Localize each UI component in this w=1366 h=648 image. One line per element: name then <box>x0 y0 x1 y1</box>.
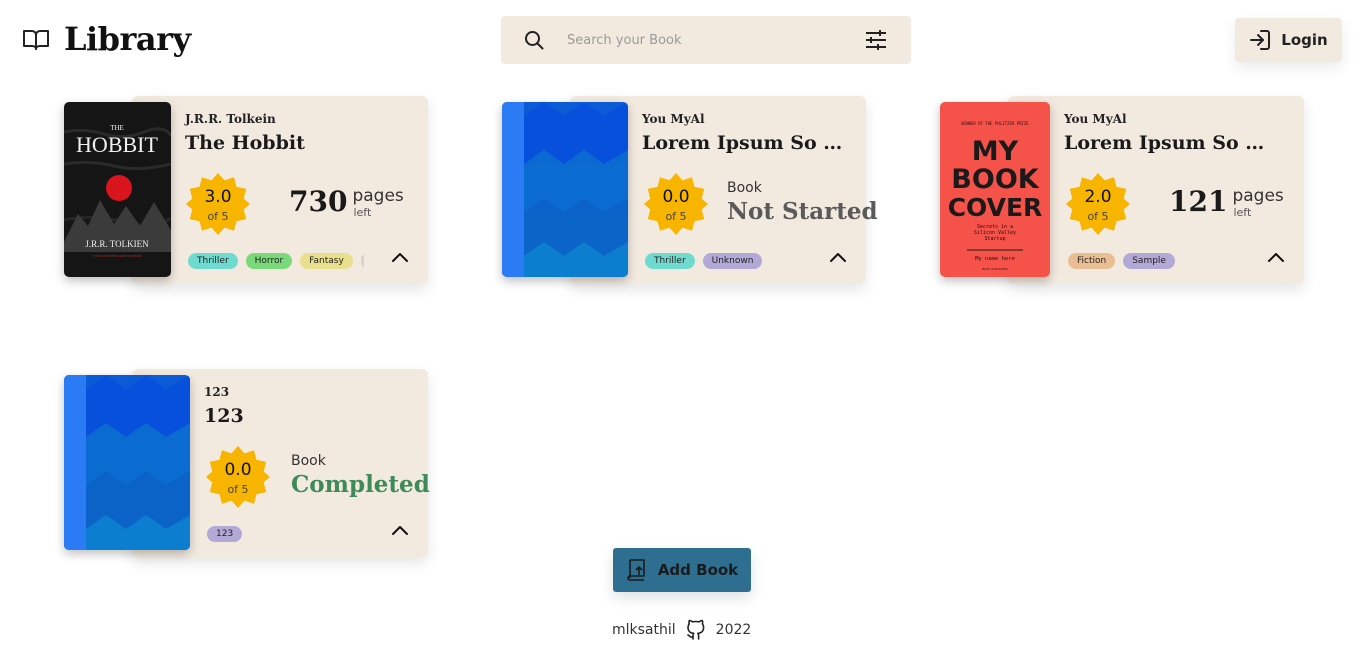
filter-sliders-icon[interactable] <box>863 28 889 52</box>
book-title: 123 <box>204 405 244 427</box>
book-card[interactable]: WINNER OF THE PULITZER PRIZE MY BOOK COV… <box>940 96 1304 284</box>
svg-text:THE: THE <box>110 124 124 132</box>
pages-left-label: left <box>1233 206 1252 219</box>
footer: mlksathil 2022 <box>612 618 751 642</box>
svg-text:COVER: COVER <box>948 193 1043 222</box>
svg-text:75TH ANNIVERSARY EDITION: 75TH ANNIVERSARY EDITION <box>93 254 142 258</box>
genre-tags: Thriller Horror Fantasy <box>188 253 364 271</box>
book-author: 123 <box>204 385 230 399</box>
genre-tag-overflow <box>360 253 364 269</box>
app-logo[interactable]: Library <box>22 20 191 58</box>
rating-scale: of 5 <box>1087 210 1109 223</box>
rating-badge: 2.0 of 5 <box>1066 172 1130 236</box>
chevron-up-icon[interactable] <box>1267 250 1285 264</box>
rating-badge: 0.0 of 5 <box>206 445 270 509</box>
book-card[interactable]: You MyAl Lorem Ipsum So Sorry 0.0 of 5 B… <box>502 96 878 284</box>
genre-tag[interactable]: Sample <box>1123 253 1175 269</box>
status-label: Book <box>291 453 326 469</box>
upload-book-icon <box>627 559 645 581</box>
add-book-button[interactable]: Add Book <box>613 548 751 592</box>
pages-left-count: 121 <box>1169 185 1228 218</box>
book-title: Lorem Ipsum So Sorry <box>1064 132 1274 154</box>
rating-badge: 0.0 of 5 <box>644 172 708 236</box>
svg-text:HOBBIT: HOBBIT <box>76 132 158 157</box>
book-card[interactable]: THE HOBBIT J.R.R. TOLKIEN 75TH ANNIVERSA… <box>64 96 428 284</box>
genre-tag[interactable]: Fiction <box>1068 253 1116 269</box>
status-label: Book <box>727 180 762 196</box>
genre-tag[interactable]: Unknown <box>702 253 763 269</box>
svg-text:J.R.R. TOLKIEN: J.R.R. TOLKIEN <box>85 239 149 249</box>
chevron-up-icon[interactable] <box>391 250 409 264</box>
search-input[interactable] <box>567 28 837 52</box>
pages-left-count: 730 <box>289 185 348 218</box>
footer-year: 2022 <box>715 622 752 638</box>
genre-tag[interactable]: Horror <box>245 253 293 269</box>
search-bar <box>501 16 911 64</box>
genre-tag[interactable]: Thriller <box>188 253 238 269</box>
genre-tags: 123 <box>207 526 383 544</box>
add-book-label: Add Book <box>657 561 739 579</box>
book-cover[interactable] <box>64 375 190 550</box>
login-label: Login <box>1281 31 1328 49</box>
chevron-up-icon[interactable] <box>391 523 409 537</box>
blue-cover-image <box>502 102 628 277</box>
svg-text:MY: MY <box>972 136 1019 167</box>
status-value: Completed <box>291 471 430 498</box>
blue-cover-image <box>64 375 190 550</box>
book-open-icon <box>23 30 49 50</box>
pages-left: 121 pages left <box>1169 185 1284 220</box>
genre-tag[interactable]: Fantasy <box>300 253 353 269</box>
book-cover[interactable] <box>502 102 628 277</box>
genre-tags: Fiction Sample <box>1068 253 1244 271</box>
reading-status: Book Completed <box>291 453 430 498</box>
book-author: J.R.R. Tolkein <box>185 112 276 126</box>
genre-tag[interactable]: 123 <box>207 526 243 542</box>
rating-value: 3.0 <box>204 187 232 207</box>
svg-text:Startup: Startup <box>984 236 1005 242</box>
app-title: Library <box>64 20 191 58</box>
github-icon[interactable] <box>684 618 708 642</box>
pages-left: 730 pages left <box>289 185 404 220</box>
login-icon <box>1250 30 1271 50</box>
svg-text:BOOK PUBLISHER: BOOK PUBLISHER <box>982 267 1007 271</box>
book-author: You MyAl <box>1064 112 1127 126</box>
genre-tags: Thriller Unknown <box>645 253 821 271</box>
login-button[interactable]: Login <box>1235 18 1342 62</box>
pages-label: pages <box>1232 186 1284 206</box>
genre-tag[interactable]: Thriller <box>645 253 695 269</box>
chevron-up-icon[interactable] <box>829 250 847 264</box>
book-cover[interactable]: THE HOBBIT J.R.R. TOLKIEN 75TH ANNIVERSA… <box>64 102 171 277</box>
rating-scale: of 5 <box>227 483 249 496</box>
rating-value: 2.0 <box>1084 187 1112 207</box>
footer-author[interactable]: mlksathil <box>612 622 676 638</box>
search-icon[interactable] <box>523 29 545 51</box>
pages-left-label: left <box>353 206 372 219</box>
hobbit-cover-image: THE HOBBIT J.R.R. TOLKIEN 75TH ANNIVERSA… <box>64 102 171 277</box>
book-cover[interactable]: WINNER OF THE PULITZER PRIZE MY BOOK COV… <box>940 102 1050 277</box>
svg-text:BOOK: BOOK <box>951 164 1039 195</box>
red-cover-image: WINNER OF THE PULITZER PRIZE MY BOOK COV… <box>940 102 1050 277</box>
svg-text:My name here: My name here <box>975 256 1015 262</box>
rating-value: 0.0 <box>662 187 690 207</box>
svg-text:WINNER OF THE PULITZER PRIZE: WINNER OF THE PULITZER PRIZE <box>961 121 1029 126</box>
rating-scale: of 5 <box>665 210 687 223</box>
rating-scale: of 5 <box>207 210 229 223</box>
book-card[interactable]: 123 123 0.0 of 5 Book Completed 123 <box>64 369 430 557</box>
status-value: Not Started <box>727 198 878 225</box>
reading-status: Book Not Started <box>727 180 878 225</box>
rating-badge: 3.0 of 5 <box>186 172 250 236</box>
book-title: Lorem Ipsum So Sorry <box>642 132 850 154</box>
book-author: You MyAl <box>642 112 705 126</box>
book-title: The Hobbit <box>185 132 305 154</box>
pages-label: pages <box>352 186 404 206</box>
rating-value: 0.0 <box>224 460 252 480</box>
